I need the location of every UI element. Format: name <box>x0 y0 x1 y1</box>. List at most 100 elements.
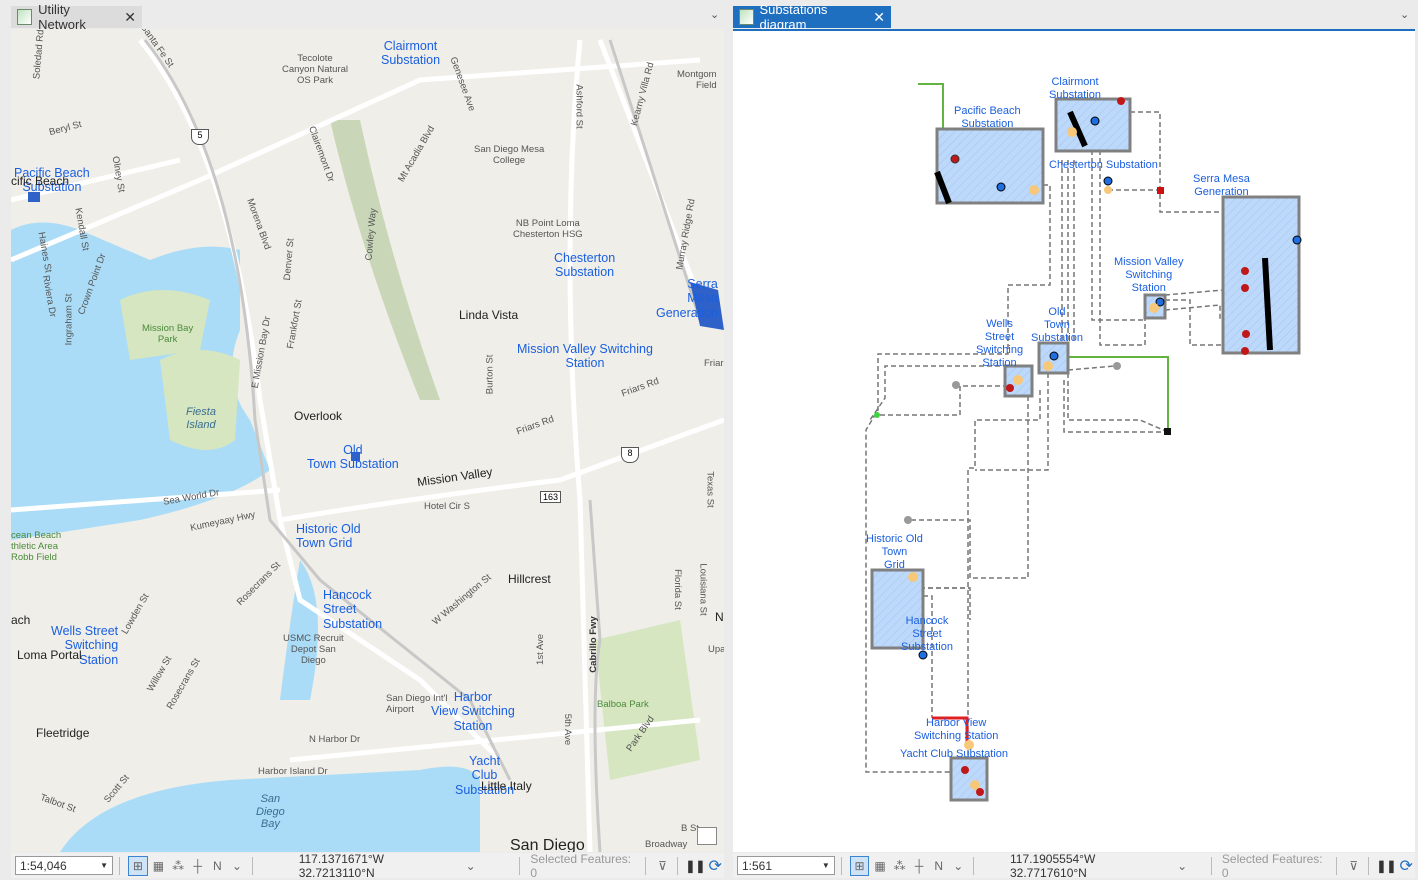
coordinate-readout: 117.1371671°W 32.7213110°N <box>298 851 385 880</box>
diagram-label-chesterton[interactable]: Chesterton Substation <box>1049 159 1158 172</box>
pause-icon[interactable]: ❚❚ <box>685 857 705 875</box>
diagram-label-old-town[interactable]: Old Town Substation <box>1031 306 1083 345</box>
street-label: N Harbor Dr <box>309 734 361 745</box>
place-label: Hillcrest <box>508 572 551 586</box>
pause-icon[interactable]: ❚❚ <box>1376 857 1396 875</box>
diagram-label-serra-mesa[interactable]: Serra Mesa Generation <box>1193 173 1250 199</box>
tab-utility-network[interactable]: Utility Network ✕ <box>11 2 142 32</box>
place-label: cific Beach <box>11 174 70 188</box>
network-diagram <box>865 83 1302 802</box>
substation-label-historic-old-town[interactable]: Historic Old Town Grid <box>296 522 361 551</box>
chevron-down-icon[interactable]: ⌄ <box>462 857 480 875</box>
substation-label-mission-valley[interactable]: Mission Valley Switching Station <box>517 342 653 371</box>
map-view[interactable]: Clairmont Substation Pacific Beach Subst… <box>11 29 724 852</box>
constraint-icon[interactable]: ┼ <box>910 857 928 875</box>
substation-containers <box>870 97 1301 802</box>
filter-icon[interactable]: ⊽ <box>1345 857 1363 875</box>
highway-shield: 163 <box>540 491 562 504</box>
diagram-label-mission-valley[interactable]: Mission Valley Switching Station <box>1114 256 1184 295</box>
water-label: Fiesta Island <box>186 406 216 431</box>
scale-selector[interactable]: 1:561 ▼ <box>737 856 835 875</box>
street-label: Florida St <box>671 569 683 610</box>
chevron-down-icon[interactable]: ⌄ <box>710 8 719 21</box>
north-arrow-icon[interactable]: N <box>930 857 948 875</box>
diagram-label-harbor-view[interactable]: Harbor View Switching Station <box>914 717 998 743</box>
tab-label: Substations diagram <box>759 2 828 32</box>
scale-value: 1:54,046 <box>20 858 67 873</box>
chevron-down-icon[interactable]: ⌄ <box>1173 857 1191 875</box>
interstate-shield: 5 <box>191 129 209 145</box>
chevron-down-icon: ▼ <box>821 861 830 870</box>
poi-label: San Diego Mesa College <box>474 144 545 166</box>
poi-label: NB Point Loma Chesterton HSG <box>513 218 583 240</box>
park-label: Mission Bay Park <box>142 323 194 345</box>
water-label: San Diego Bay <box>256 793 285 831</box>
poi-label: Montgom Field <box>677 69 717 91</box>
place-label: Little Italy <box>481 779 532 793</box>
grid-snap-icon[interactable]: ⊞ <box>128 855 148 876</box>
substation-label-clairmont[interactable]: Clairmont Substation <box>381 39 440 68</box>
map-status-bar: 1:54,046 ▼ ⊞ ▦ ⁂ ┼ N ⌄ 117.1371671°W 32.7… <box>11 851 724 880</box>
close-icon[interactable]: ✕ <box>873 9 885 26</box>
north-arrow-icon[interactable]: N <box>209 857 227 875</box>
street-label: Cabrillo Fwy <box>587 616 599 673</box>
street-label: Friars Rd <box>704 358 724 369</box>
snapping-icon[interactable]: ⁂ <box>891 857 909 875</box>
street-label: Louisiana St <box>697 563 709 616</box>
constraint-icon[interactable]: ┼ <box>189 857 207 875</box>
poi-label: USMC Recruit Depot San Diego <box>283 633 344 666</box>
substation-label-chesterton[interactable]: Chesterton Substation <box>554 251 615 280</box>
diagram-label-historic-old-town[interactable]: Historic Old Town Grid <box>866 533 923 572</box>
snapping-icon[interactable]: ⁂ <box>169 857 187 875</box>
close-icon[interactable]: ✕ <box>124 9 136 26</box>
bay-inlet <box>280 560 318 700</box>
grid-icon[interactable]: ▦ <box>871 857 889 875</box>
substation-label-serra-mesa[interactable]: Serra Mesa Generation <box>656 277 718 320</box>
tab-substations-diagram[interactable]: Substations diagram ✕ <box>733 2 891 32</box>
place-label: Fleetridge <box>36 726 90 740</box>
fiesta-island <box>160 350 240 450</box>
selected-features[interactable]: Selected Features: 0 <box>530 852 638 880</box>
diagram-label-yacht-club[interactable]: Yacht Club Substation <box>900 748 1008 761</box>
legend-icon[interactable] <box>697 827 717 845</box>
diagram-label-wells[interactable]: Wells Street Switching Station <box>976 318 1023 370</box>
park-label: Balboa Park <box>597 699 649 710</box>
place-label: Loma Portal <box>17 648 82 662</box>
diagram-label-hancock[interactable]: Hancock Street Substation <box>901 615 953 654</box>
place-label: San Diego <box>510 837 585 852</box>
chevron-down-icon: ▼ <box>100 861 109 870</box>
chevron-down-icon[interactable]: ⌄ <box>228 857 246 875</box>
scale-value: 1:561 <box>742 858 773 873</box>
place-label: Overlook <box>294 409 343 423</box>
place-label: Linda Vista <box>459 308 519 322</box>
place-label: ach <box>11 613 31 627</box>
selected-features[interactable]: Selected Features: 0 <box>1222 852 1330 880</box>
diagram-label-pacific-beach[interactable]: Pacific Beach Substation <box>954 105 1021 131</box>
diagram-status-bar: 1:561 ▼ ⊞ ▦ ⁂ ┼ N ⌄ 117.1905554°W 32.7717… <box>733 852 1415 880</box>
refresh-icon[interactable]: ⟳ <box>1397 857 1415 875</box>
poi-label: San Diego Int'l Airport <box>386 693 448 715</box>
map-icon <box>17 9 33 25</box>
grid-snap-icon[interactable]: ⊞ <box>849 855 870 876</box>
basemap <box>11 38 724 852</box>
street-label: Broadway <box>645 839 688 850</box>
substation-label-hancock[interactable]: Hancock Street Substation <box>323 588 382 631</box>
street-label: Hotel Cir S <box>424 501 470 512</box>
chevron-down-icon[interactable]: ⌄ <box>1400 8 1409 21</box>
canyon <box>330 120 440 400</box>
diagram-label-clairmont[interactable]: Clairmont Substation <box>1049 76 1101 102</box>
filter-icon[interactable]: ⊽ <box>654 857 672 875</box>
substation-label-old-town[interactable]: Old Town Substation <box>307 443 399 472</box>
street-label: 5th Ave <box>562 713 574 746</box>
interstate-shield: 8 <box>621 447 639 463</box>
street-label: Harbor Island Dr <box>258 766 328 777</box>
refresh-icon[interactable]: ⟳ <box>706 857 724 875</box>
diagram-view[interactable]: Clairmont Substation Pacific Beach Subst… <box>733 29 1415 852</box>
chevron-down-icon[interactable]: ⌄ <box>949 857 967 875</box>
grid-icon[interactable]: ▦ <box>150 857 168 875</box>
street-label: Ingraham St <box>63 293 75 346</box>
diagram-icon <box>739 9 754 25</box>
street-label: 1st Ave <box>535 633 547 665</box>
scale-selector[interactable]: 1:54,046 ▼ <box>15 856 114 875</box>
street-label: Upa <box>708 644 724 655</box>
